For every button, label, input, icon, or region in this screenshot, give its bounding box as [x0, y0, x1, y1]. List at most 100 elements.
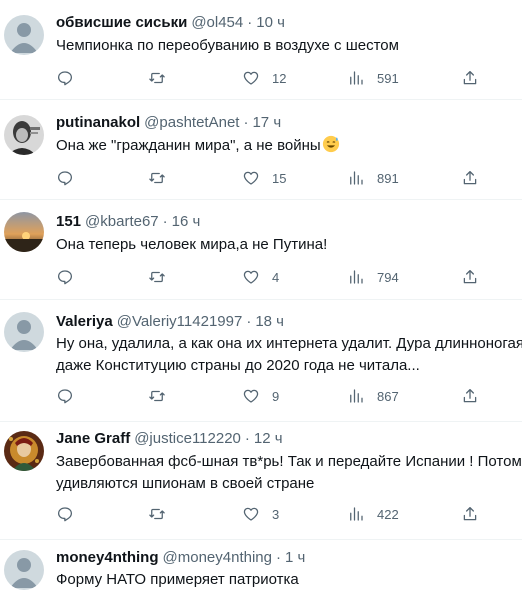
author-name[interactable]: 151 — [56, 212, 81, 232]
like-count: 4 — [272, 269, 280, 285]
tweet-header: money4nthing @money4nthing · 1 ч — [56, 548, 305, 568]
author-handle[interactable]: @justice112220 — [134, 429, 241, 449]
views-button[interactable]: 591 — [347, 68, 399, 88]
views-icon — [350, 71, 363, 85]
share-button[interactable] — [461, 504, 479, 524]
retweet-icon — [149, 508, 165, 520]
tweet[interactable]: обвисшие сиськи @ol454 · 10 ч Чемпионка … — [0, 0, 522, 100]
separator-dot: · — [246, 313, 252, 330]
retweet-button[interactable] — [148, 504, 166, 524]
reply-icon — [57, 71, 73, 86]
separator-dot: · — [162, 213, 168, 230]
tweet-header: обвисшие сиськи @ol454 · 10 ч — [56, 13, 285, 33]
timestamp[interactable]: 18 ч — [255, 312, 284, 332]
tweet-text-line: даже Конституцию страны до 2020 года не … — [56, 357, 420, 374]
author-name[interactable]: putinanakol — [56, 113, 140, 133]
retweet-button[interactable] — [148, 68, 166, 88]
timestamp[interactable]: 12 ч — [254, 429, 283, 449]
view-count: 591 — [377, 70, 399, 86]
view-count: 891 — [377, 170, 399, 186]
tweet-actions: 9 867 — [0, 386, 522, 406]
like-button[interactable]: 12 — [242, 68, 286, 88]
tweet-actions: 3 422 — [0, 504, 522, 524]
reply-button[interactable] — [56, 68, 74, 88]
tweet-text-line: Она теперь человек мира,а не Путина! — [56, 236, 328, 253]
views-icon — [350, 507, 363, 521]
share-button[interactable] — [461, 168, 479, 188]
like-count: 12 — [272, 70, 287, 86]
heart-icon — [243, 71, 259, 85]
views-icon — [350, 389, 363, 403]
author-handle[interactable]: @money4nthing — [163, 548, 272, 568]
tweet-actions: 4 794 — [0, 267, 522, 287]
like-count: 3 — [272, 506, 280, 522]
tweet-text-line: удивляются шпионам в своей стране — [56, 475, 315, 492]
like-button[interactable]: 4 — [242, 267, 279, 287]
author-handle[interactable]: @ol454 — [191, 13, 243, 33]
share-button[interactable] — [461, 386, 479, 406]
views-icon — [350, 171, 363, 185]
tweet-text-line: Она же "гражданин мира", а не войны — [56, 135, 522, 157]
reply-button[interactable] — [56, 386, 74, 406]
retweet-button[interactable] — [148, 267, 166, 287]
tweet[interactable]: money4nthing @money4nthing · 1 ч Форму Н… — [0, 540, 522, 595]
views-button[interactable]: 422 — [347, 504, 399, 524]
author-handle[interactable]: @pashtetAnet — [144, 113, 239, 133]
default-avatar[interactable] — [4, 550, 44, 590]
timestamp[interactable]: 1 ч — [285, 548, 305, 568]
reply-icon — [57, 171, 73, 186]
retweet-button[interactable] — [148, 386, 166, 406]
separator-dot: · — [247, 14, 253, 31]
author-handle[interactable]: @Valeriy11421997 — [117, 312, 243, 332]
tweet-text: Она теперь человек мира,а не Путина! — [56, 234, 522, 256]
author-handle[interactable]: @kbarte67 — [85, 212, 159, 232]
retweet-button[interactable] — [148, 168, 166, 188]
author-name[interactable]: Jane Graff — [56, 429, 130, 449]
separator-dot: · — [243, 114, 249, 131]
painting-avatar[interactable] — [4, 431, 44, 471]
tweet[interactable]: Jane Graff @justice112220 · 12 ч Завербо… — [0, 422, 522, 540]
separator-dot: · — [275, 549, 281, 566]
reply-button[interactable] — [56, 267, 74, 287]
views-button[interactable]: 867 — [347, 386, 399, 406]
tweet[interactable]: Valeriya @Valeriy11421997 · 18 ч Ну она,… — [0, 300, 522, 422]
heart-icon — [243, 389, 259, 403]
share-icon — [463, 70, 477, 85]
timestamp[interactable]: 16 ч — [172, 212, 201, 232]
views-button[interactable]: 794 — [347, 267, 399, 287]
view-count: 422 — [377, 506, 399, 522]
tweet-actions: 15 891 — [0, 168, 522, 188]
portrait-avatar[interactable] — [4, 115, 44, 155]
reply-icon — [57, 389, 73, 404]
tweet-text-line: Ну она, удалила, а как она их интернета … — [56, 335, 522, 352]
author-name[interactable]: обвисшие сиськи — [56, 13, 187, 33]
sunset-avatar[interactable] — [4, 212, 44, 252]
share-button[interactable] — [461, 267, 479, 287]
like-button[interactable]: 9 — [242, 386, 279, 406]
like-count: 15 — [272, 170, 287, 186]
tweet-text: Завербованная фсб-шная тв*рь! Так и пере… — [56, 451, 522, 495]
tweet-header: Valeriya @Valeriy11421997 · 18 ч — [56, 312, 284, 332]
timestamp[interactable]: 17 ч — [252, 113, 281, 133]
heart-icon — [243, 270, 259, 284]
author-name[interactable]: money4nthing — [56, 548, 159, 568]
timestamp[interactable]: 10 ч — [256, 13, 285, 33]
retweet-icon — [149, 271, 165, 283]
share-button[interactable] — [461, 68, 479, 88]
tweet[interactable]: 151 @kbarte67 · 16 ч Она теперь человек … — [0, 200, 522, 300]
share-icon — [463, 269, 477, 284]
tweet-text: Ну она, удалила, а как она их интернета … — [56, 333, 522, 377]
views-icon — [350, 270, 363, 284]
tweet-header: putinanakol @pashtetAnet · 17 ч — [56, 113, 281, 133]
like-button[interactable]: 15 — [242, 168, 286, 188]
replies-feed: обвисшие сиськи @ol454 · 10 ч Чемпионка … — [0, 0, 522, 595]
views-button[interactable]: 891 — [347, 168, 399, 188]
default-avatar[interactable] — [4, 15, 44, 55]
author-name[interactable]: Valeriya — [56, 312, 113, 332]
tweet[interactable]: putinanakol @pashtetAnet · 17 ч Она же "… — [0, 100, 522, 200]
reply-button[interactable] — [56, 504, 74, 524]
default-avatar[interactable] — [4, 312, 44, 352]
like-button[interactable]: 3 — [242, 504, 279, 524]
reply-icon — [57, 507, 73, 522]
reply-button[interactable] — [56, 168, 74, 188]
